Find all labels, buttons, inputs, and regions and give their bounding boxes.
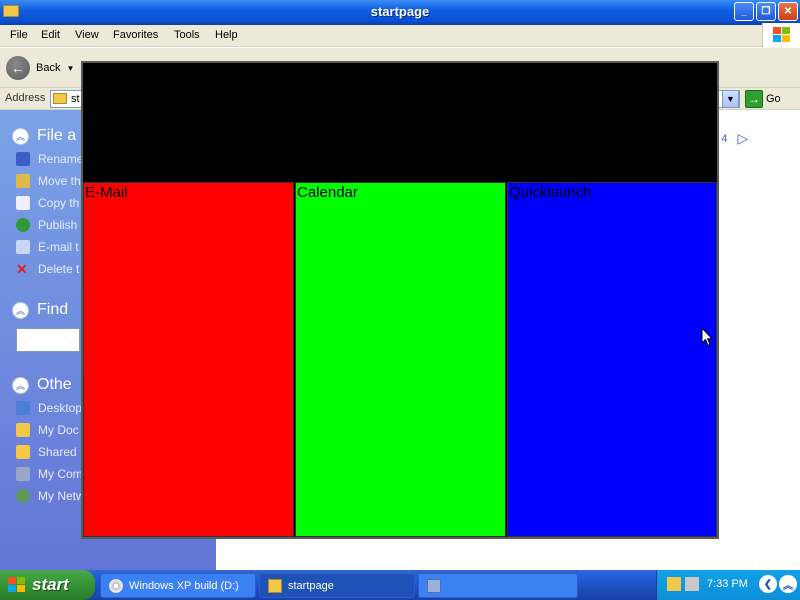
menu-tools[interactable]: Tools	[174, 29, 200, 41]
collapse-chevron-icon[interactable]: ︽	[12, 127, 29, 145]
find-input[interactable]	[16, 328, 80, 352]
task-label: E-mail t	[38, 240, 79, 254]
taskbar: start Windows XP build (D:) startpage 7:…	[0, 570, 800, 600]
task-label: Publish	[38, 218, 78, 232]
menu-edit[interactable]: Edit	[41, 29, 60, 41]
task-label: Move th	[38, 174, 81, 188]
window-title: startpage	[370, 4, 430, 19]
computer-icon	[16, 467, 30, 481]
rename-icon	[16, 152, 30, 166]
chevron-up-icon[interactable]: ︽	[779, 575, 797, 593]
menu-view[interactable]: View	[75, 29, 99, 41]
chevron-left-icon[interactable]: ❮	[759, 575, 777, 593]
quicklaunch-panel[interactable]: Quicklaunch	[507, 182, 717, 537]
find-title[interactable]: Find	[37, 301, 68, 319]
task-startpage[interactable]: startpage	[259, 573, 415, 598]
place-label: My Com	[38, 467, 83, 481]
email-label: E-Mail	[85, 184, 128, 201]
app-window-icon	[427, 578, 441, 593]
place-label: Desktop	[38, 401, 83, 415]
folder-icon	[16, 423, 30, 437]
task-label: Rename	[38, 152, 84, 166]
folder-icon	[16, 445, 30, 459]
place-label: Shared	[38, 445, 77, 459]
network-icon	[16, 489, 30, 503]
folder-icon	[268, 578, 282, 593]
windows-flag-icon	[773, 27, 791, 43]
calendar-panel[interactable]: Calendar	[295, 182, 506, 537]
menu-bar: File Edit View Favorites Tools Help	[0, 25, 800, 47]
startpage-header	[83, 63, 717, 181]
go-arrow-icon: →	[745, 90, 763, 108]
copy-icon	[16, 196, 30, 210]
clock[interactable]: 7:33 PM	[707, 578, 748, 590]
email-panel[interactable]: E-Mail	[83, 182, 294, 537]
publish-icon	[16, 218, 30, 232]
chevron-down-icon[interactable]: ▼	[66, 64, 74, 73]
back-arrow-icon: ←	[6, 56, 30, 80]
network-status-icon[interactable]	[685, 577, 699, 591]
task-label: Delete t	[38, 262, 80, 276]
place-label: My Netw	[38, 489, 85, 503]
file-tasks-title[interactable]: File a	[37, 127, 76, 145]
calendar-label: Calendar	[297, 184, 358, 201]
task-app[interactable]	[418, 573, 578, 598]
menu-help[interactable]: Help	[215, 29, 238, 41]
system-tray: 7:33 PM ❮ ︽	[656, 570, 800, 600]
address-value: st	[71, 93, 80, 105]
cd-drive-icon	[109, 578, 123, 593]
back-button[interactable]: ← Back ▼	[6, 54, 74, 82]
start-label: start	[32, 575, 69, 594]
close-button[interactable]: ✕	[778, 2, 798, 21]
windows-flag-icon	[8, 577, 26, 593]
other-places-title[interactable]: Othe	[37, 376, 72, 394]
collapse-chevron-icon[interactable]: ︽	[12, 301, 29, 319]
quicklaunch-label: Quicklaunch	[509, 184, 592, 201]
menu-file[interactable]: File	[10, 29, 28, 41]
go-button[interactable]: → Go	[745, 90, 781, 108]
delete-icon: ✕	[16, 261, 28, 277]
folder-icon	[53, 93, 67, 104]
address-label: Address	[5, 92, 46, 104]
window-controls: _ ❐ ✕	[734, 2, 798, 21]
place-label: My Doc	[38, 423, 79, 437]
move-icon	[16, 174, 30, 188]
collapse-chevron-icon[interactable]: ︽	[12, 376, 29, 394]
task-label: startpage	[288, 579, 334, 592]
windows-logo	[762, 23, 800, 48]
maximize-button[interactable]: ❐	[756, 2, 776, 21]
desktop-icon	[16, 401, 30, 415]
start-button[interactable]: start	[0, 570, 95, 600]
address-dropdown-button[interactable]: ▼	[722, 90, 739, 108]
tray-tool-icon[interactable]	[667, 577, 681, 591]
email-icon	[16, 240, 30, 254]
menu-favorites[interactable]: Favorites	[113, 29, 158, 41]
task-label: Copy th	[38, 196, 80, 210]
mouse-cursor-icon	[701, 327, 713, 347]
next-page-icon[interactable]: ▷	[738, 130, 749, 147]
startpage-window: E-Mail Calendar Quicklaunch	[81, 61, 719, 539]
title-bar[interactable]: startpage _ ❐ ✕	[0, 0, 800, 25]
back-label: Back	[36, 62, 61, 74]
task-windows-xp-build[interactable]: Windows XP build (D:)	[100, 573, 256, 598]
task-label: Windows XP build (D:)	[129, 579, 239, 592]
minimize-button[interactable]: _	[734, 2, 754, 21]
go-label: Go	[766, 93, 781, 105]
